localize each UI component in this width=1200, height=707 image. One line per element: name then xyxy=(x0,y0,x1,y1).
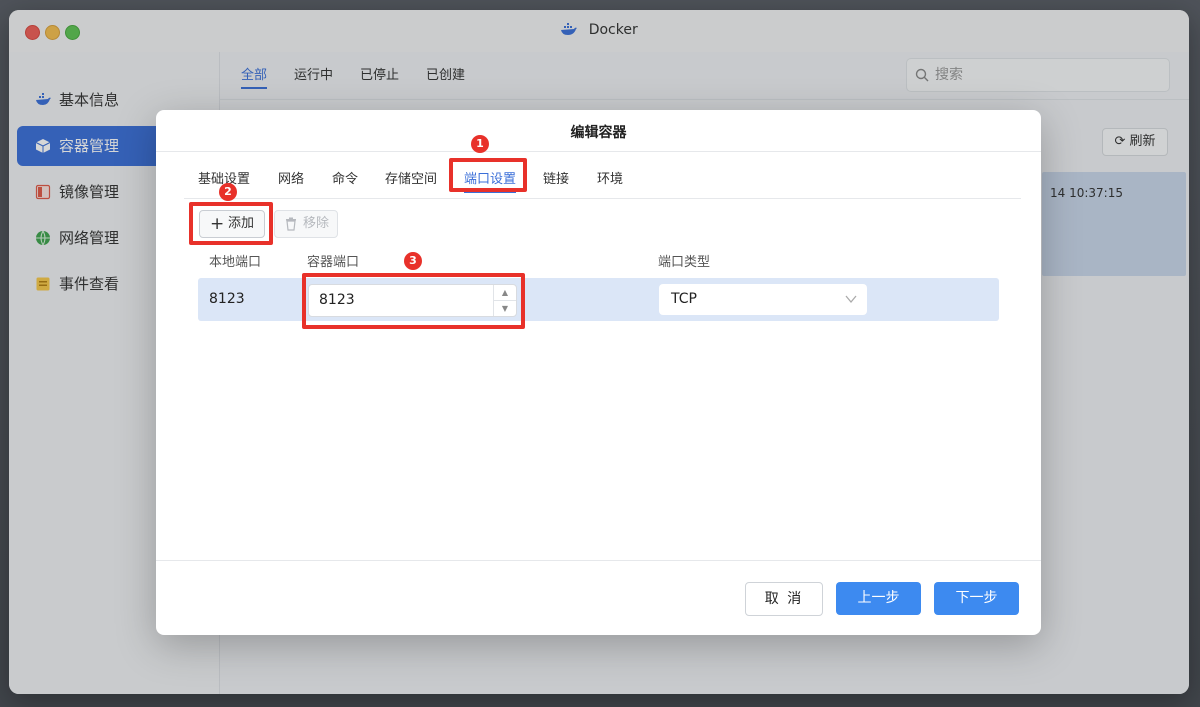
port-type-value: TCP xyxy=(671,291,697,307)
tab-network[interactable]: 网络 xyxy=(278,168,304,187)
tab-storage[interactable]: 存储空间 xyxy=(385,168,437,187)
trash-icon xyxy=(286,217,296,231)
annotation-highlight-container-port xyxy=(302,273,525,329)
remove-port-button[interactable]: 移除 xyxy=(274,210,338,238)
local-port-value: 8123 xyxy=(209,291,245,307)
cancel-button[interactable]: 取 消 xyxy=(745,582,823,616)
previous-step-button[interactable]: 上一步 xyxy=(836,582,921,615)
divider xyxy=(156,151,1041,152)
annotation-marker: 1 xyxy=(471,135,489,153)
remove-label: 移除 xyxy=(303,216,330,231)
tab-environment[interactable]: 环境 xyxy=(597,168,623,187)
column-header-port-type: 端口类型 xyxy=(658,255,711,270)
dialog-title: 编辑容器 xyxy=(570,125,627,141)
tab-command[interactable]: 命令 xyxy=(332,168,358,187)
annotation-highlight-port-settings-tab xyxy=(449,158,527,192)
tab-links[interactable]: 链接 xyxy=(543,168,569,187)
annotation-marker: 3 xyxy=(404,252,422,270)
divider xyxy=(184,198,1021,199)
edit-container-dialog: 编辑容器 基础设置 网络 命令 存储空间 端口设置 链接 环境 + 添加 移除 … xyxy=(156,110,1041,635)
column-header-local-port: 本地端口 xyxy=(209,255,262,270)
divider xyxy=(156,560,1041,561)
annotation-highlight-add-button xyxy=(189,202,273,245)
annotation-marker: 2 xyxy=(219,183,237,201)
port-type-select[interactable]: TCP xyxy=(659,284,867,315)
next-step-button[interactable]: 下一步 xyxy=(934,582,1019,615)
column-header-container-port: 容器端口 xyxy=(307,255,360,270)
chevron-down-icon xyxy=(845,295,857,304)
